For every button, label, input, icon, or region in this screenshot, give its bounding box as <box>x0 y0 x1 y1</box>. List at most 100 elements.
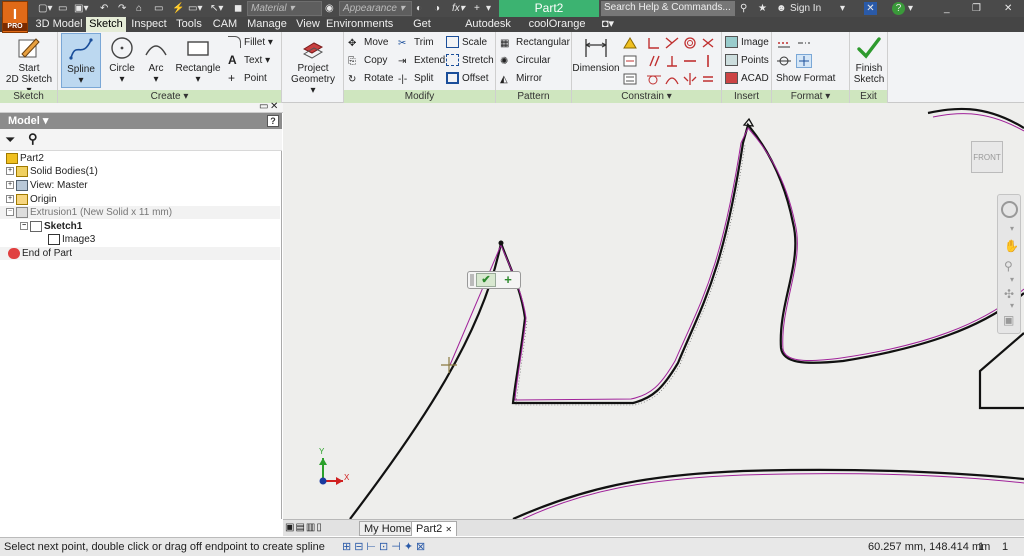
material-dropdown[interactable]: Material ▾ <box>247 1 322 16</box>
add-point-icon[interactable]: + <box>498 273 518 287</box>
finish-sketch-button[interactable]: Finish Sketch <box>852 35 886 85</box>
group-label-create[interactable]: Create ▾ <box>58 90 281 103</box>
tree-item-extrusion1[interactable]: − Extrusion1 (New Solid x 11 mm) <box>0 206 280 219</box>
select-icon[interactable]: ▭ <box>154 2 163 15</box>
tree-item-image3[interactable]: Image3 <box>0 233 280 246</box>
tab-view[interactable]: View <box>292 17 324 32</box>
clear-appearance-icon[interactable]: ◑ <box>434 2 440 15</box>
panel-close-icon[interactable]: ✕ <box>270 101 278 112</box>
arc-dropdown-icon[interactable]: ▾ <box>140 74 172 85</box>
binoculars-icon[interactable]: ⚲ <box>740 2 747 15</box>
tab-part2[interactable]: Part2 ✕ <box>411 521 458 536</box>
exchange-icon[interactable]: ✕ <box>864 2 877 15</box>
maximize-icon[interactable]: ❐ <box>972 2 981 15</box>
tab-sketch[interactable]: Sketch <box>86 17 126 32</box>
browser-header[interactable]: Model ▾ ? <box>0 113 282 129</box>
tab-my-home[interactable]: My Home <box>359 521 417 536</box>
circular-pattern-button[interactable]: ✺ Circular <box>500 53 550 68</box>
save-icon[interactable]: ▣▾ <box>74 2 88 15</box>
tab-manage[interactable]: Manage <box>244 17 290 32</box>
rectangle-dropdown-icon[interactable]: ▾ <box>174 74 222 85</box>
zoom-dropdown-icon[interactable]: ▾ <box>1010 275 1014 284</box>
home-icon[interactable]: ⌂ <box>136 2 142 15</box>
viewcube[interactable]: FRONT <box>971 141 1003 173</box>
tree-item-origin[interactable]: + Origin <box>0 193 280 206</box>
filter-icon[interactable]: ⏷ <box>5 132 15 148</box>
undo-icon[interactable]: ↶ <box>100 2 108 15</box>
graphics-canvas[interactable]: Y X ✔ + FRONT ▾ ✋ ⚲ ▾ ✣ ▾ ▣ <box>283 103 1024 519</box>
tree-item-solid-bodies[interactable]: + Solid Bodies(1) <box>0 165 280 178</box>
select-filter-icon[interactable]: ↖▾ <box>210 2 223 15</box>
smooth-icon[interactable] <box>664 72 680 86</box>
star-icon[interactable]: ★ <box>758 2 767 15</box>
expand-icon[interactable]: + <box>6 195 14 204</box>
split-button[interactable]: -|- Split <box>398 71 433 86</box>
sign-in-link[interactable]: Sign In <box>790 2 821 15</box>
scale-button[interactable]: Scale <box>446 35 487 50</box>
help-dropdown-icon[interactable]: ▾ <box>908 2 913 15</box>
tree-item-end-of-part[interactable]: End of Part <box>0 247 280 260</box>
color-icon[interactable]: ◼ <box>234 2 242 15</box>
application-menu-button[interactable]: I PRO <box>2 1 28 33</box>
account-dropdown-icon[interactable]: ▾ <box>840 2 845 15</box>
tab-environments[interactable]: Environments <box>326 17 393 32</box>
symmetric-icon[interactable] <box>682 72 698 86</box>
collapse-icon[interactable]: − <box>6 208 14 217</box>
apply-check-icon[interactable]: ✔ <box>476 273 496 287</box>
auto-dimension-icon[interactable] <box>622 36 638 50</box>
vertical-icon[interactable] <box>700 54 716 68</box>
collinear-icon[interactable] <box>664 36 680 50</box>
browser-help-icon[interactable]: ? <box>267 115 279 127</box>
group-label-constrain[interactable]: Constrain ▾ <box>572 90 721 103</box>
centerline-icon[interactable] <box>796 36 812 50</box>
move-button[interactable]: ✥ Move <box>348 35 388 50</box>
tangent-icon[interactable] <box>646 72 662 86</box>
minimize-icon[interactable]: _ <box>944 2 950 15</box>
collapse-icon[interactable]: − <box>20 222 28 231</box>
rotate-button[interactable]: ↻ Rotate <box>348 71 393 86</box>
insert-image-button[interactable]: Image <box>725 35 769 50</box>
tree-item-part2[interactable]: Part2 <box>0 152 280 165</box>
user-icon[interactable]: ☻ <box>776 2 787 15</box>
search-input[interactable]: Search Help & Commands... <box>601 1 735 16</box>
tab-tools[interactable]: Tools <box>172 17 206 32</box>
concentric-icon[interactable] <box>682 36 698 50</box>
copy-button[interactable]: ⎘ Copy <box>348 53 387 68</box>
spline-button[interactable]: Spline ▾ <box>61 33 101 88</box>
tab-close-icon[interactable]: ✕ <box>445 525 452 534</box>
tab-coolorange[interactable]: coolOrange <box>526 17 588 32</box>
construction-icon[interactable] <box>776 36 792 50</box>
group-label-format[interactable]: Format ▾ <box>772 90 849 103</box>
coincident-icon[interactable] <box>646 36 662 50</box>
tab-get-started[interactable]: Get Started <box>394 17 450 45</box>
parameters-icon[interactable]: fx▾ <box>452 2 465 15</box>
start-2d-sketch-button[interactable]: Start 2D Sketch ▾ <box>4 35 54 96</box>
insert-points-button[interactable]: Points <box>725 53 769 68</box>
tree-item-view-master[interactable]: + View: Master <box>0 179 280 192</box>
mini-toolbar-grip[interactable] <box>470 274 474 286</box>
insert-acad-button[interactable]: ACAD <box>725 71 769 86</box>
horizontal-icon[interactable] <box>682 54 698 68</box>
expand-icon[interactable]: + <box>6 181 14 190</box>
expand-icon[interactable]: + <box>6 167 14 176</box>
circle-dropdown-icon[interactable]: ▾ <box>104 74 140 85</box>
offset-button[interactable]: Offset <box>446 71 489 86</box>
stretch-button[interactable]: Stretch <box>446 53 494 68</box>
panel-minimize-icon[interactable]: ▭ <box>259 101 268 112</box>
orbit-dropdown-icon[interactable]: ▾ <box>1010 301 1014 310</box>
find-binoculars-icon[interactable]: ⚲ <box>28 131 38 147</box>
trim-button[interactable]: ✂ Trim <box>398 35 434 50</box>
window-layout-icons[interactable]: ▣▤▥▯ <box>285 522 323 533</box>
help-icon[interactable]: ? <box>892 2 905 15</box>
adjust-icon[interactable]: ◐ <box>416 2 422 15</box>
plus-icon[interactable]: + <box>474 2 480 15</box>
nav-dropdown-icon[interactable]: ▾ <box>1010 224 1014 233</box>
project-geometry-button[interactable]: Project Geometry ▾ <box>288 35 338 96</box>
spline-dropdown-icon[interactable]: ▾ <box>62 75 100 86</box>
rectangle-button[interactable]: Rectangle ▾ <box>174 35 222 85</box>
arc-button[interactable]: Arc ▾ <box>140 35 172 85</box>
parallel-icon[interactable] <box>646 54 662 68</box>
text-button[interactable]: A Text ▾ <box>228 53 270 68</box>
extend-button[interactable]: ⇥ Extend <box>398 53 445 68</box>
ribbon-options-icon[interactable]: ◘▾ <box>598 17 618 32</box>
